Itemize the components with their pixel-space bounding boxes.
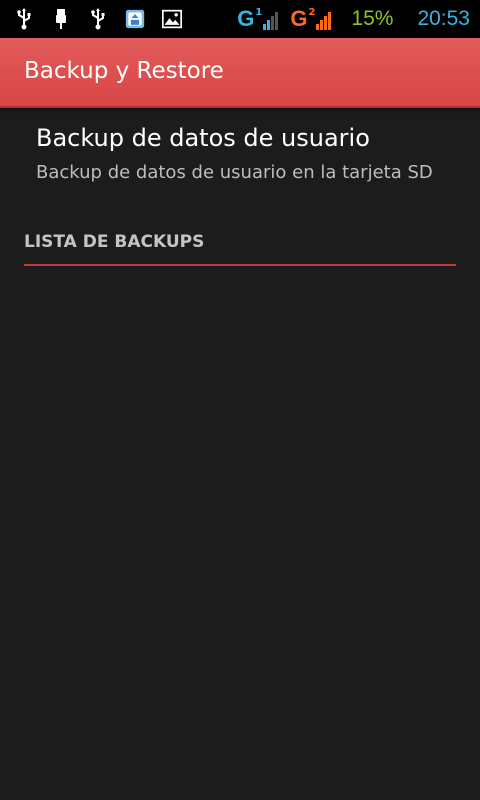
notification-icons	[14, 0, 182, 38]
usb-icon	[88, 7, 108, 31]
sim2-network-type: G	[290, 6, 308, 31]
page-title: Backup y Restore	[24, 58, 224, 84]
action-bar: Backup y Restore	[0, 38, 480, 108]
clock: 20:53	[417, 7, 470, 30]
gallery-icon	[162, 7, 182, 31]
sim2-slot: 2	[308, 7, 316, 18]
backup-user-data-preference[interactable]: Backup de datos de usuario Backup de dat…	[0, 108, 480, 220]
usb-connected-icon	[51, 7, 71, 31]
preference-title: Backup de datos de usuario	[36, 124, 370, 152]
signal-bars-icon	[316, 10, 332, 30]
status-indicators: G 1 G 2 15% 20:53	[237, 0, 470, 38]
status-bar: G 1 G 2 15% 20:53	[0, 0, 480, 38]
sim2-signal: G 2	[290, 6, 332, 31]
preference-summary: Backup de datos de usuario en la tarjeta…	[36, 162, 433, 183]
signal-bars-icon	[263, 10, 279, 30]
sim1-slot: 1	[255, 7, 263, 18]
sim1-network-type: G	[237, 6, 255, 31]
usb-icon	[14, 7, 34, 31]
battery-level: 15%	[351, 7, 394, 30]
backup-list-category-header: LISTA DE BACKUPS	[24, 230, 456, 266]
sim1-signal: G 1	[237, 6, 279, 31]
category-label: LISTA DE BACKUPS	[24, 232, 205, 252]
backup-app-icon	[125, 7, 145, 31]
